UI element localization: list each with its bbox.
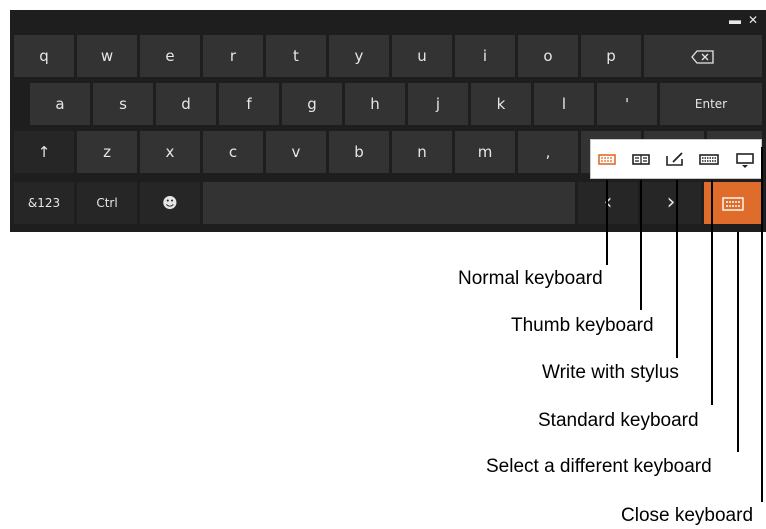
keyboard-icon [722,196,744,211]
callout-select-different-keyboard: Select a different keyboard [486,456,712,477]
shift-key[interactable]: ↑ [14,131,74,173]
left-arrow-key[interactable]: ‹ [578,182,638,224]
key-l[interactable]: l [534,83,594,125]
key-k[interactable]: k [471,83,531,125]
key-z[interactable]: z [77,131,137,173]
emoji-key[interactable]: ☻ [140,182,200,224]
key-f[interactable]: f [219,83,279,125]
right-arrow-key[interactable]: › [641,182,701,224]
callout-line-standard [711,180,713,405]
normal-keyboard-icon[interactable] [596,148,618,170]
close-window-icon[interactable]: ✕ [746,13,760,27]
callout-close-keyboard: Close keyboard [621,505,754,526]
key-o[interactable]: o [518,35,578,77]
key-a[interactable]: a [30,83,90,125]
callout-thumb-keyboard: Thumb keyboard [511,315,654,336]
key-apostrophe[interactable]: ' [597,83,657,125]
key-r[interactable]: r [203,35,263,77]
key-w[interactable]: w [77,35,137,77]
close-keyboard-icon[interactable] [734,148,756,170]
backspace-icon [691,49,714,64]
key-i[interactable]: i [455,35,515,77]
callout-write-with-stylus: Write with stylus [542,362,679,383]
key-d[interactable]: d [156,83,216,125]
callout-line-normal [606,180,608,265]
key-t[interactable]: t [266,35,326,77]
symbols-key[interactable]: &123 [14,182,74,224]
ctrl-key[interactable]: Ctrl [77,182,137,224]
callout-line-stylus [676,180,678,358]
standard-keyboard-icon[interactable] [698,148,720,170]
callout-line-close [761,147,763,502]
key-s[interactable]: s [93,83,153,125]
callout-normal-keyboard: Normal keyboard [458,268,603,289]
thumb-keyboard-icon[interactable] [630,148,652,170]
key-c[interactable]: c [203,131,263,173]
key-q[interactable]: q [14,35,74,77]
key-m[interactable]: m [455,131,515,173]
minimize-icon[interactable]: ▬ [728,13,742,27]
key-p[interactable]: p [581,35,641,77]
key-h[interactable]: h [345,83,405,125]
callout-standard-keyboard: Standard keyboard [538,410,699,431]
key-comma[interactable]: , [518,131,578,173]
key-u[interactable]: u [392,35,452,77]
key-x[interactable]: x [140,131,200,173]
key-y[interactable]: y [329,35,389,77]
key-e[interactable]: e [140,35,200,77]
touch-keyboard: ▬ ✕ q w e r t y u i o p a s d f g h j k … [10,10,766,232]
enter-key[interactable]: Enter [660,83,762,125]
key-b[interactable]: b [329,131,389,173]
key-j[interactable]: j [408,83,468,125]
write-with-stylus-icon[interactable] [664,148,686,170]
backspace-key[interactable] [644,35,762,77]
key-g[interactable]: g [282,83,342,125]
callout-line-different [737,232,739,452]
keyboard-selection-popup [590,139,762,179]
key-v[interactable]: v [266,131,326,173]
key-n[interactable]: n [392,131,452,173]
window-controls: ▬ ✕ [706,10,766,32]
callout-line-thumb [640,180,642,310]
spacebar[interactable] [203,182,575,224]
